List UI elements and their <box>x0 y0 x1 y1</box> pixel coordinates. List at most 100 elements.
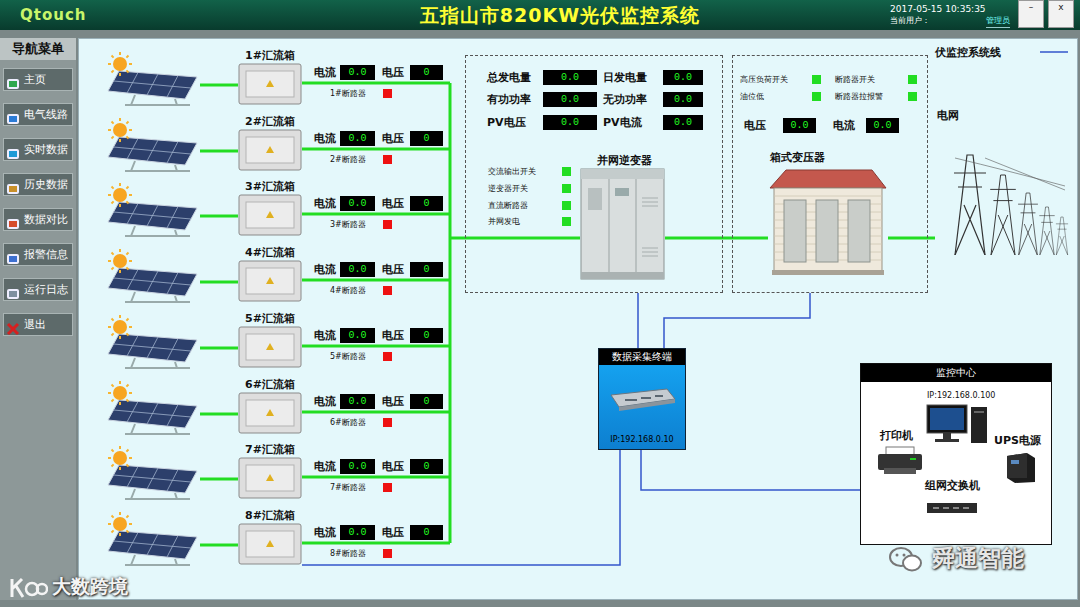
combiner-box-icon <box>238 326 302 368</box>
sidebar-label: 数据对比 <box>24 209 68 230</box>
datetime: 2017-05-15 10:35:35 <box>890 0 1010 15</box>
voltage-value: 0 <box>410 525 443 540</box>
voltage-label: 电压 <box>382 131 404 146</box>
combiner-name: 4#汇流箱 <box>245 245 295 260</box>
reading-value: 0.0 <box>663 115 703 130</box>
switch-label: 直流断路器 <box>488 200 528 211</box>
data-terminal: 数据采集终端IP:192.168.0.10 <box>598 348 686 450</box>
user-row: 当前用户： 管理员 <box>890 15 1010 28</box>
close-button[interactable]: x <box>1048 0 1074 28</box>
sun-icon <box>108 445 132 469</box>
combiner-box-icon <box>238 457 302 499</box>
combiner-name: 8#汇流箱 <box>245 508 295 523</box>
switch-status <box>812 92 821 101</box>
switch-status <box>562 201 571 210</box>
terminal-device-icon <box>599 365 685 434</box>
voltage-label: 电压 <box>382 459 404 474</box>
breaker-status <box>383 220 392 229</box>
breaker-label: 2#断路器 <box>330 154 366 165</box>
sidebar-item[interactable]: 实时数据 <box>3 138 73 161</box>
sidebar-item[interactable]: 运行日志 <box>3 278 73 301</box>
combiner-name: 7#汇流箱 <box>245 442 295 457</box>
sidebar-item[interactable]: 主页 <box>3 68 73 91</box>
voltage-value: 0 <box>410 65 443 80</box>
breaker-status <box>383 352 392 361</box>
reading-label: 有功功率 <box>487 92 531 107</box>
user-label: 当前用户： <box>890 15 930 28</box>
sun-icon <box>108 314 132 338</box>
sun-icon <box>108 51 132 75</box>
voltage-value: 0 <box>410 328 443 343</box>
sidebar-label: 运行日志 <box>24 279 68 300</box>
current-label: 电流 <box>314 262 336 277</box>
voltage-label: 电压 <box>382 262 404 277</box>
voltage-value: 0 <box>410 196 443 211</box>
voltage-label: 电压 <box>382 525 404 540</box>
reading-value: 0.0 <box>543 70 597 85</box>
combiner-name: 5#汇流箱 <box>245 311 295 326</box>
current-value: 0.0 <box>340 328 375 343</box>
power-tower-icon <box>925 140 1070 255</box>
reading-value: 0.0 <box>663 70 703 85</box>
user-info: 2017-05-15 10:35:35当前用户： 管理员 <box>890 0 1010 28</box>
sidebar-item[interactable]: 电气线路 <box>3 103 73 126</box>
user-name[interactable]: 管理员 <box>986 15 1010 28</box>
sidebar-item[interactable]: 历史数据 <box>3 173 73 196</box>
switch-label: 油位低 <box>740 91 764 102</box>
watermark: 大数跨境 <box>8 572 128 601</box>
sidebar-item[interactable]: 数据对比 <box>3 208 73 231</box>
brand-logo-icon <box>8 572 48 601</box>
combiner-box-icon <box>238 63 302 105</box>
sun-icon <box>108 380 132 404</box>
sidebar-label: 退出 <box>24 314 46 335</box>
reading-label: 总发电量 <box>487 70 531 85</box>
current-label: 电流 <box>314 328 336 343</box>
sun-icon <box>108 511 132 535</box>
breaker-status <box>383 286 392 295</box>
switch-label: 并网发电 <box>488 216 520 227</box>
sun-icon <box>108 117 132 141</box>
computer-icon <box>925 403 989 447</box>
combiner-box-icon <box>238 194 302 236</box>
inverter-cabinet-icon <box>580 168 665 280</box>
current-value: 0.0 <box>340 65 375 80</box>
center-title: 监控中心 <box>861 364 1051 382</box>
circuit-icon <box>6 108 20 122</box>
switch-label: 组网交换机 <box>925 478 980 493</box>
main-area: 导航菜单主页电气线路实时数据历史数据数据对比报警信息运行日志退出1#汇流箱电流0… <box>0 38 1080 600</box>
switch-status <box>908 92 917 101</box>
switch-label: 交流输出开关 <box>488 166 536 177</box>
combiner-box-icon <box>238 129 302 171</box>
breaker-label: 1#断路器 <box>330 88 366 99</box>
switch-label: 断路器拉报警 <box>835 91 883 102</box>
switch-status <box>562 167 571 176</box>
switch-label: 断路器开关 <box>835 74 875 85</box>
voltage-value: 0 <box>410 262 443 277</box>
watermark: 舜通智能 <box>888 541 1024 576</box>
transformer-icon <box>768 166 888 276</box>
current-value: 0.0 <box>340 459 375 474</box>
switch-status <box>908 75 917 84</box>
voltage-label: 电压 <box>382 196 404 211</box>
sidebar-list: 主页电气线路实时数据历史数据数据对比报警信息运行日志退出 <box>0 68 76 336</box>
combiner-name: 6#汇流箱 <box>245 377 295 392</box>
current-label: 电流 <box>314 394 336 409</box>
sun-icon <box>108 182 132 206</box>
switch-status <box>562 217 571 226</box>
breaker-label: 8#断路器 <box>330 548 366 559</box>
sidebar-item[interactable]: 报警信息 <box>3 243 73 266</box>
reading-label: 电流 <box>833 118 855 133</box>
watermark-text: 舜通智能 <box>932 541 1024 576</box>
current-label: 电流 <box>314 65 336 80</box>
current-label: 电流 <box>314 196 336 211</box>
voltage-value: 0 <box>410 459 443 474</box>
minimize-button[interactable]: – <box>1018 0 1044 28</box>
sidebar: 导航菜单主页电气线路实时数据历史数据数据对比报警信息运行日志退出 <box>0 38 76 600</box>
breaker-label: 3#断路器 <box>330 219 366 230</box>
window-title: 五指山市820KW光伏监控系统 <box>420 4 700 26</box>
sidebar-item[interactable]: 退出 <box>3 313 73 336</box>
ups-label: UPS电源 <box>994 433 1041 448</box>
current-label: 电流 <box>314 459 336 474</box>
brand-label: Qtouch <box>0 4 230 27</box>
reading-label: PV电流 <box>603 115 642 130</box>
